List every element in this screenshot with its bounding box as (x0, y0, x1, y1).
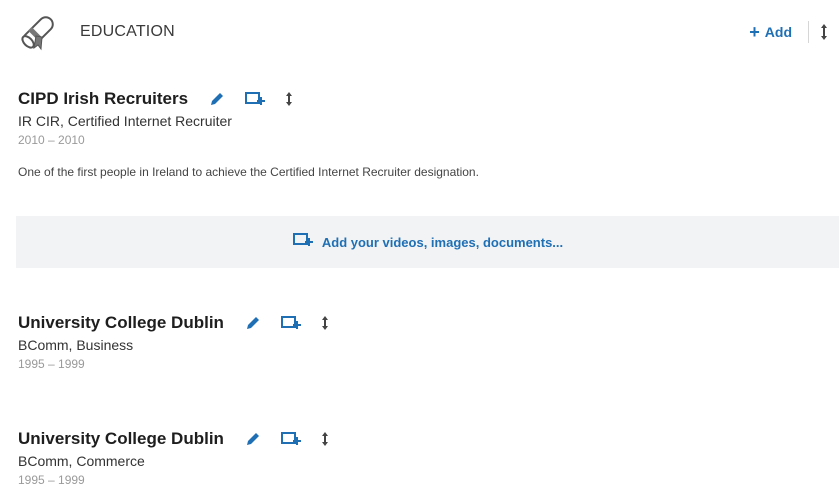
section-header: EDUCATION + Add (16, 10, 829, 54)
add-media-icon[interactable] (280, 314, 302, 332)
diploma-icon (16, 10, 60, 54)
reorder-entry-icon[interactable] (320, 430, 330, 448)
edit-pencil-icon[interactable] (244, 430, 262, 448)
dates: 2010 – 2010 (18, 133, 85, 147)
degree: BComm, Commerce (18, 453, 145, 469)
school-name[interactable]: University College Dublin (18, 313, 224, 333)
school-name[interactable]: University College Dublin (18, 429, 224, 449)
entry-title-row: CIPD Irish Recruiters (18, 88, 829, 110)
dates: 1995 – 1999 (18, 357, 85, 371)
reorder-entry-icon[interactable] (284, 90, 294, 108)
school-name[interactable]: CIPD Irish Recruiters (18, 89, 188, 109)
add-button-label: Add (764, 24, 792, 40)
divider (808, 21, 809, 43)
edit-pencil-icon[interactable] (208, 90, 226, 108)
add-media-icon[interactable] (280, 430, 302, 448)
reorder-entry-icon[interactable] (320, 314, 330, 332)
degree: IR CIR, Certified Internet Recruiter (18, 113, 232, 129)
education-entry: University College Dublin BComm, Commerc… (18, 428, 829, 487)
dates: 1995 – 1999 (18, 473, 85, 487)
education-entry: University College Dublin BComm, Busines… (18, 312, 829, 371)
entry-title-row: University College Dublin (18, 428, 829, 450)
add-education-button[interactable]: + Add (749, 23, 792, 41)
add-media-label: Add your videos, images, documents... (321, 234, 564, 250)
entry-title-row: University College Dublin (18, 312, 829, 334)
entry-description: One of the first people in Ireland to ac… (18, 165, 479, 179)
education-entry: CIPD Irish Recruiters IR CIR, Certified … (18, 88, 829, 179)
section-title: EDUCATION (80, 23, 175, 40)
edit-pencil-icon[interactable] (244, 314, 262, 332)
degree: BComm, Business (18, 337, 134, 353)
add-media-icon[interactable] (244, 90, 266, 108)
plus-icon: + (749, 22, 760, 42)
add-media-icon (292, 231, 314, 254)
reorder-section-icon[interactable] (819, 21, 829, 43)
add-media-bar[interactable]: Add your videos, images, documents... (16, 216, 839, 268)
